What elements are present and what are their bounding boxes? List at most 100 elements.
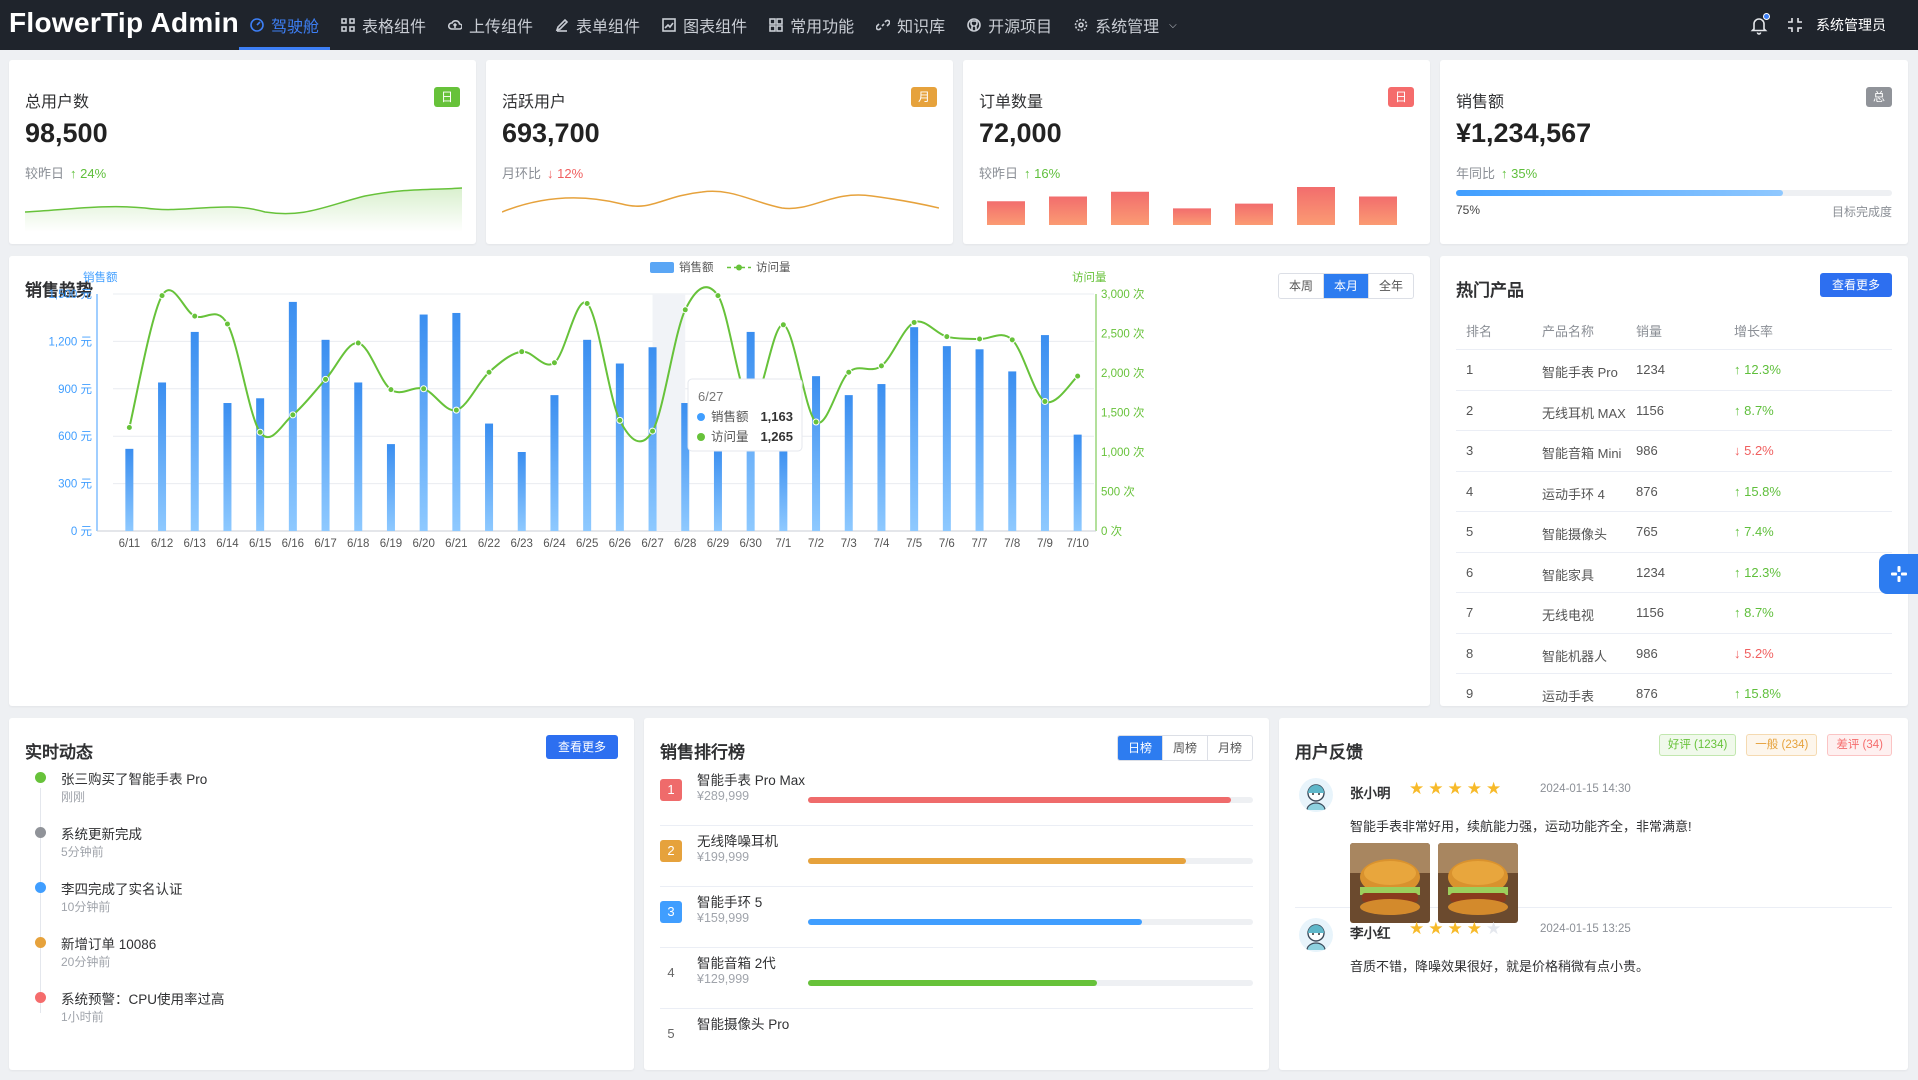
table-row[interactable]: 6 智能家具 1234 ↑ 12.3% [1456, 551, 1892, 592]
point-visits[interactable] [550, 359, 558, 367]
bar-sales[interactable] [583, 339, 592, 531]
point-visits[interactable] [1041, 397, 1049, 405]
bar-sales[interactable] [812, 376, 821, 531]
nav-item-7[interactable]: 知识库 [865, 0, 956, 50]
point-visits[interactable] [976, 335, 984, 343]
point-visits[interactable] [256, 428, 264, 436]
point-visits[interactable] [354, 339, 362, 347]
nav-item-9[interactable]: 系统管理 ⌵ [1063, 0, 1188, 50]
bar-sales[interactable] [713, 447, 722, 531]
point-visits[interactable] [583, 299, 591, 307]
nav-item-8[interactable]: 开源项目 [956, 0, 1063, 50]
table-row[interactable]: 7 无线电视 1156 ↑ 8.7% [1456, 592, 1892, 632]
user-menu[interactable]: 系统管理员 [1816, 15, 1886, 35]
bar-sales[interactable] [844, 395, 853, 531]
point-visits[interactable] [943, 333, 951, 341]
legend-visits[interactable]: 访问量 [756, 261, 791, 274]
point-visits[interactable] [812, 418, 820, 426]
point-visits[interactable] [322, 375, 330, 383]
view-more-button[interactable]: 查看更多 [546, 735, 618, 759]
point-visits[interactable] [877, 362, 885, 370]
point-visits[interactable] [289, 411, 297, 419]
point-visits[interactable] [845, 368, 853, 376]
point-visits[interactable] [681, 306, 689, 314]
point-visits[interactable] [125, 424, 133, 432]
table-row[interactable]: 1 智能手表 Pro 1234 ↑ 12.3% [1456, 349, 1892, 389]
bar-sales[interactable] [190, 331, 199, 531]
tab-day[interactable]: 日榜 [1117, 736, 1162, 760]
product-name-cell: 智能摄像头 [1542, 527, 1608, 542]
bar-sales[interactable] [419, 314, 428, 531]
bar-sales[interactable] [125, 448, 134, 531]
bar-sales[interactable] [779, 447, 788, 531]
bar-sales[interactable] [1040, 335, 1049, 531]
point-visits[interactable] [387, 386, 395, 394]
legend-bar-swatch[interactable] [650, 262, 674, 273]
table-row[interactable]: 5 智能摄像头 765 ↑ 7.4% [1456, 511, 1892, 551]
ranking-item[interactable]: 3 智能手环 5 ¥159,999 [660, 888, 1253, 948]
bar-sales[interactable] [485, 423, 494, 531]
ranking-item[interactable]: 2 无线降噪耳机 ¥199,999 [660, 827, 1253, 887]
table-row[interactable]: 2 无线耳机 MAX 1156 ↑ 8.7% [1456, 389, 1892, 430]
bar-sales[interactable] [256, 398, 265, 531]
bar-sales[interactable] [321, 339, 330, 531]
bar-sales[interactable] [942, 346, 951, 531]
point-visits[interactable] [452, 406, 460, 414]
bar-sales[interactable] [452, 312, 461, 531]
table-row[interactable]: 4 运动手环 4 876 ↑ 15.8% [1456, 470, 1892, 511]
table-row[interactable]: 9 运动手表 876 ↑ 15.8% [1456, 673, 1892, 702]
progress-track [808, 858, 1253, 864]
feedback-tag[interactable]: 好评 (1234) [1658, 734, 1737, 756]
point-visits[interactable] [616, 416, 624, 424]
tab-month[interactable]: 月榜 [1206, 736, 1252, 760]
bar-sales[interactable] [1073, 434, 1082, 531]
point-visits[interactable] [420, 385, 428, 393]
nav-item-6[interactable]: 常用功能 [758, 0, 865, 50]
ranking-item[interactable]: 1 智能手表 Pro Max ¥289,999 [660, 766, 1253, 826]
ranking-item[interactable]: 4 智能音箱 2代 ¥129,999 [660, 949, 1253, 1009]
point-visits[interactable] [714, 292, 722, 300]
bar-sales[interactable] [1008, 371, 1017, 531]
bar-sales[interactable] [910, 327, 919, 531]
legend-sales[interactable]: 销售额 [679, 260, 714, 274]
bar-sales[interactable] [517, 452, 526, 531]
table-row[interactable]: 3 智能音箱 Mini 986 ↓ 5.2% [1456, 430, 1892, 470]
point-visits[interactable] [191, 312, 199, 320]
bar-sales[interactable] [648, 347, 657, 531]
nav-item-1[interactable]: 驾驶舱 [239, 0, 331, 50]
timeline-dot [35, 772, 46, 783]
feedback-tag[interactable]: 差评 (34) [1827, 734, 1892, 756]
point-visits[interactable] [779, 321, 787, 329]
view-more-button[interactable]: 查看更多 [1820, 273, 1892, 297]
table-row[interactable]: 8 智能机器人 986 ↓ 5.2% [1456, 632, 1892, 673]
tab-week[interactable]: 周榜 [1161, 736, 1207, 760]
ranking-item[interactable]: 5 智能摄像头 Pro [660, 1010, 1253, 1070]
bar-sales[interactable] [386, 444, 395, 531]
bar-sales[interactable] [550, 395, 559, 531]
bar-sales[interactable] [158, 382, 167, 531]
bell-icon[interactable] [1746, 12, 1772, 38]
point-visits[interactable] [518, 348, 526, 356]
fullscreen-exit-icon[interactable] [1782, 12, 1808, 38]
point-visits[interactable] [485, 368, 493, 376]
point-visits[interactable] [910, 318, 918, 326]
nav-item-3[interactable]: 上传组件 [437, 0, 544, 50]
review-image[interactable] [1438, 843, 1518, 923]
point-visits[interactable] [649, 427, 657, 435]
floating-settings-button[interactable] [1879, 554, 1918, 594]
nav-item-4[interactable]: 表单组件 [544, 0, 651, 50]
nav-item-5[interactable]: 图表组件 [651, 0, 758, 50]
point-visits[interactable] [158, 292, 166, 300]
brand-logo[interactable]: FlowerTip Admin [9, 7, 239, 39]
point-visits[interactable] [223, 320, 231, 328]
bar-sales[interactable] [615, 363, 624, 531]
feedback-tag[interactable]: 一般 (234) [1746, 734, 1818, 756]
bar-sales[interactable] [223, 403, 232, 531]
bar-sales[interactable] [877, 384, 886, 531]
point-visits[interactable] [1008, 336, 1016, 344]
nav-item-2[interactable]: 表格组件 [330, 0, 437, 50]
bar-sales[interactable] [354, 382, 363, 531]
review-image[interactable] [1350, 843, 1430, 923]
bar-sales[interactable] [975, 349, 984, 531]
point-visits[interactable] [1074, 372, 1082, 380]
